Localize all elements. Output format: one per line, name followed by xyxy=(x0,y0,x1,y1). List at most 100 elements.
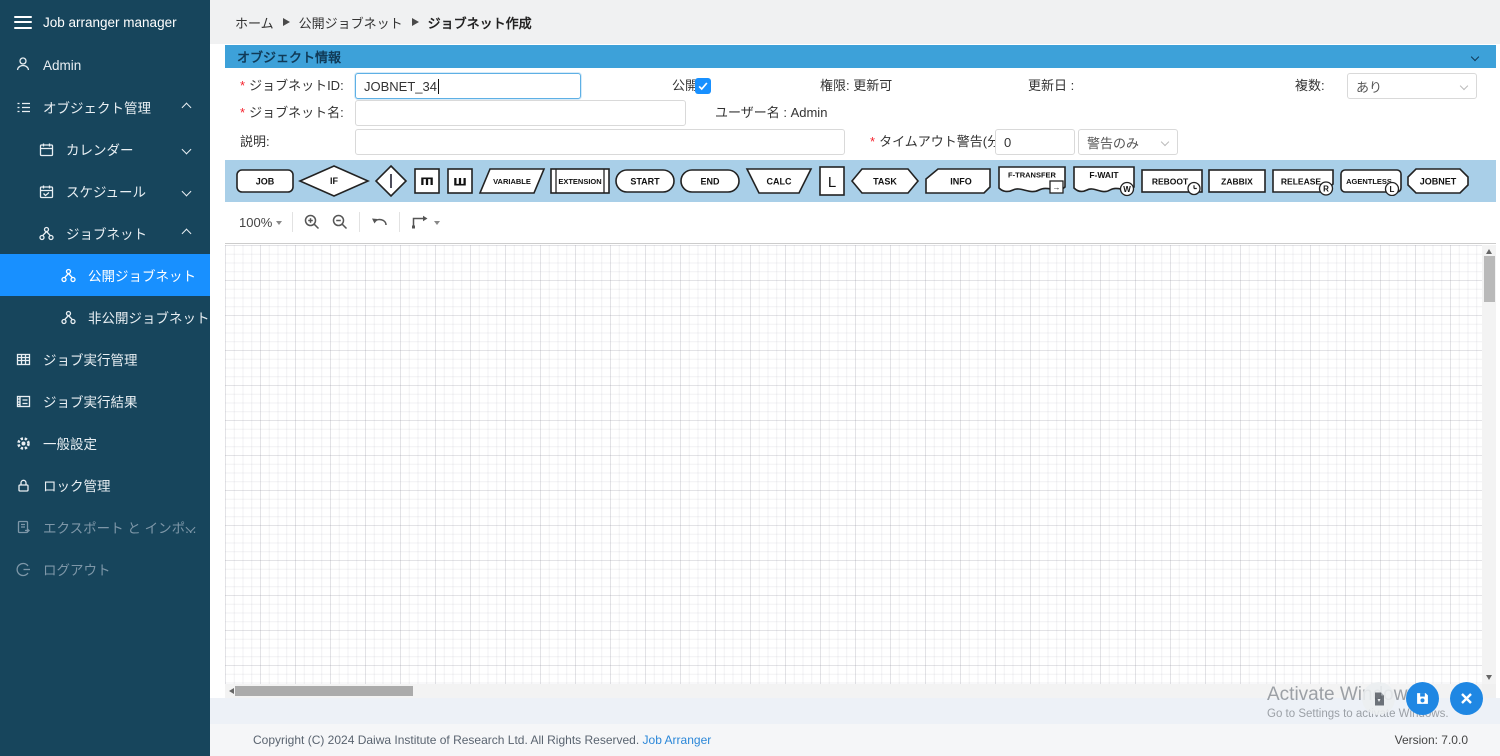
shape-loop[interactable]: L xyxy=(817,164,847,198)
manual-button[interactable] xyxy=(1362,682,1395,715)
collapse-chevron-icon[interactable] xyxy=(1471,52,1479,60)
svg-text:EXTENSION: EXTENSION xyxy=(558,177,601,186)
timeout-mode-select[interactable]: 警告のみ xyxy=(1078,129,1178,155)
horizontal-scrollbar[interactable] xyxy=(225,684,1482,698)
zoom-out-button[interactable] xyxy=(331,213,349,231)
sidebar-item-private-jobnet[interactable]: 非公開ジョブネット xyxy=(0,296,210,338)
zoom-in-button[interactable] xyxy=(303,213,321,231)
sidebar-item-label: ログアウト xyxy=(43,559,111,579)
svg-text:START: START xyxy=(630,177,660,187)
user-icon xyxy=(15,56,31,75)
save-button[interactable] xyxy=(1406,682,1439,715)
shape-zabbix[interactable]: ZABBIX xyxy=(1207,166,1267,196)
public-checkbox[interactable] xyxy=(695,78,711,94)
scroll-left-arrow[interactable] xyxy=(229,688,234,694)
undo-button[interactable] xyxy=(370,214,389,230)
svg-text:IF: IF xyxy=(330,176,339,186)
shape-start[interactable]: START xyxy=(614,166,676,196)
connector-tool-button[interactable] xyxy=(410,214,440,230)
schedule-icon xyxy=(38,184,54,199)
shape-task[interactable]: TASK xyxy=(850,166,920,196)
close-button[interactable] xyxy=(1450,682,1483,715)
svg-text:INFO: INFO xyxy=(950,177,972,187)
panel-title: オブジェクト情報 xyxy=(237,47,341,66)
svg-text:AGENTLESS: AGENTLESS xyxy=(1346,177,1392,186)
updated-date-label: 更新日 : xyxy=(1028,73,1074,99)
sidebar-item-calendar[interactable]: カレンダー xyxy=(0,128,210,170)
shape-jobnet[interactable]: JOBNET xyxy=(1406,166,1470,196)
svg-text:END: END xyxy=(700,177,720,187)
shape-if[interactable]: IF xyxy=(298,164,370,198)
svg-text:ш: ш xyxy=(453,175,467,190)
breadcrumb-public-jobnet[interactable]: 公開ジョブネット xyxy=(299,13,403,32)
sidebar-item-label: オブジェクト管理 xyxy=(43,97,151,117)
hamburger-menu-icon[interactable] xyxy=(14,16,32,29)
svg-text:ш: ш xyxy=(420,174,434,189)
canvas-toolbar: 100% xyxy=(225,202,1496,242)
footer: Copyright (C) 2024 Daiwa Institute of Re… xyxy=(210,724,1500,756)
export-icon xyxy=(15,520,31,535)
version-text: Version: 7.0.0 xyxy=(1395,733,1468,747)
shape-calc[interactable]: CALC xyxy=(744,165,814,197)
object-info-header[interactable]: オブジェクト情報 xyxy=(225,45,1496,68)
timeout-label: *タイムアウト警告(分): xyxy=(870,129,1008,155)
sidebar-item-logout[interactable]: ログアウト xyxy=(0,548,210,590)
sidebar-item-lock-management[interactable]: ロック管理 xyxy=(0,464,210,506)
svg-text:ZABBIX: ZABBIX xyxy=(1221,177,1253,187)
chevron-up-icon xyxy=(182,228,192,238)
sidebar-item-label: ジョブ実行管理 xyxy=(43,349,138,369)
shape-parallel-start[interactable]: ш xyxy=(412,166,442,196)
breadcrumb-home[interactable]: ホーム xyxy=(235,13,274,32)
shape-f-wait[interactable]: WF-WAIT xyxy=(1071,164,1137,198)
sidebar-item-label: エクスポート と インポ... xyxy=(43,517,196,537)
shape-end[interactable]: END xyxy=(679,166,741,196)
multiple-select-value: あり xyxy=(1356,77,1382,96)
shape-variable[interactable]: VARIABLE xyxy=(478,166,546,196)
text-caret xyxy=(438,79,439,94)
horizontal-scroll-thumb[interactable] xyxy=(235,686,413,696)
jobnet-name-input[interactable] xyxy=(355,100,686,126)
shape-reboot[interactable]: REBOOT xyxy=(1140,166,1204,196)
username-text: ユーザー名 : Admin xyxy=(715,100,827,126)
sidebar-item-label: ジョブ実行結果 xyxy=(43,391,138,411)
sidebar-item-general-settings[interactable]: 一般設定 xyxy=(0,422,210,464)
job-arranger-link[interactable]: Job Arranger xyxy=(643,733,712,747)
toolbar-divider xyxy=(399,212,400,232)
sidebar-item-object-management[interactable]: オブジェクト管理 xyxy=(0,86,210,128)
sidebar-item-job-exec-management[interactable]: ジョブ実行管理 xyxy=(0,338,210,380)
jobnet-id-input[interactable]: JOBNET_34 xyxy=(355,73,581,99)
vertical-scrollbar[interactable] xyxy=(1482,245,1496,684)
object-info-form: *ジョブネットID: JOBNET_34 公開: 権限: 更新可 更新日 : 複… xyxy=(225,68,1496,160)
scroll-down-arrow[interactable] xyxy=(1486,675,1492,680)
sidebar-item-job-exec-result[interactable]: ジョブ実行結果 xyxy=(0,380,210,422)
sidebar-item-jobnet[interactable]: ジョブネット xyxy=(0,212,210,254)
svg-text:REBOOT: REBOOT xyxy=(1152,177,1189,187)
multiple-label: 複数: xyxy=(1295,73,1325,99)
app-title: Job arranger manager xyxy=(43,15,177,30)
sidebar-item-public-jobnet[interactable]: 公開ジョブネット xyxy=(0,254,210,296)
vertical-scroll-thumb[interactable] xyxy=(1484,256,1495,302)
timeout-input[interactable] xyxy=(995,129,1075,155)
breadcrumb-arrow-icon xyxy=(412,18,419,26)
jobnet-grid-canvas[interactable] xyxy=(225,245,1482,684)
shape-extension[interactable]: EXTENSION xyxy=(549,165,611,197)
shape-parallel-end[interactable]: ш xyxy=(445,166,475,196)
main-area: ホーム 公開ジョブネット ジョブネット作成 オブジェクト情報 *ジョブネットID… xyxy=(210,0,1500,756)
timeout-mode-value: 警告のみ xyxy=(1087,133,1139,152)
scroll-up-arrow[interactable] xyxy=(1486,249,1492,254)
sidebar-item-export-import[interactable]: エクスポート と インポ... xyxy=(0,506,210,548)
shape-conditional-end[interactable] xyxy=(373,163,409,199)
svg-text:F-TRANSFER: F-TRANSFER xyxy=(1008,171,1056,180)
zoom-level-dropdown[interactable]: 100% xyxy=(239,215,282,230)
shape-info[interactable]: INFO xyxy=(923,166,993,196)
network-icon xyxy=(60,310,76,325)
shape-agentless[interactable]: AGENTLESSL xyxy=(1339,166,1403,196)
shape-job[interactable]: JOB xyxy=(235,166,295,196)
sidebar-user[interactable]: Admin xyxy=(0,44,210,86)
multiple-select[interactable]: あり xyxy=(1347,73,1477,99)
description-label: 説明: xyxy=(240,129,270,155)
sidebar-item-schedule[interactable]: スケジュール xyxy=(0,170,210,212)
shape-release[interactable]: RELEASER xyxy=(1270,166,1336,196)
shape-f-transfer[interactable]: →F-TRANSFER xyxy=(996,164,1068,198)
description-input[interactable] xyxy=(355,129,845,155)
